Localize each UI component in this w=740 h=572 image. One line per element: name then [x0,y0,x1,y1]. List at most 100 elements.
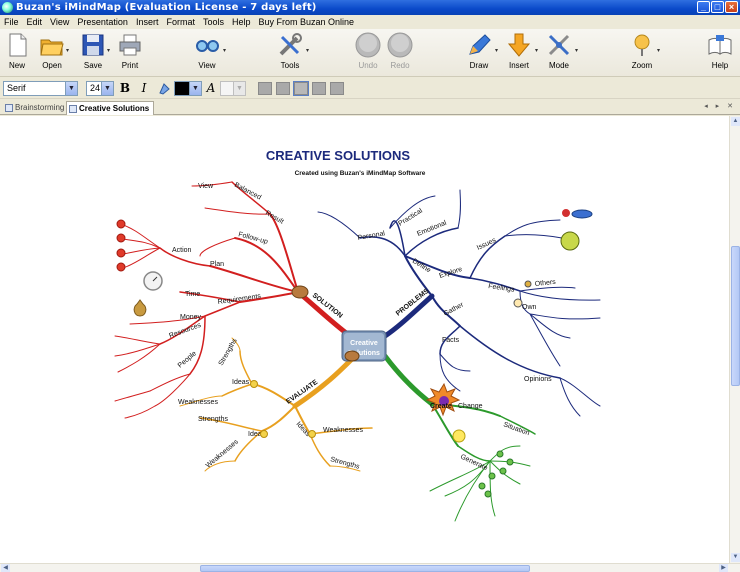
tab-navigation[interactable]: ◂ ▸ ✕ [704,102,736,110]
menu-help[interactable]: Help [232,17,251,27]
view-button[interactable]: View [187,32,227,70]
evaluate-label-strengths-1: Strengths [218,337,239,367]
chevron-down-icon: ▼ [233,82,245,95]
tools-button[interactable]: Tools [270,32,310,70]
format-option-button[interactable] [330,82,344,95]
problems-label-explore: Explore [438,266,463,280]
font-family-select[interactable]: Serif ▼ [3,81,78,96]
open-label: Open [42,61,62,70]
print-button[interactable]: Print [110,32,150,70]
mindmap-canvas[interactable]: CREATIVE SOLUTIONS Created using Buzan's… [0,116,729,563]
mindmap-subtitle: Created using Buzan's iMindMap Software [295,170,426,177]
maximize-button[interactable]: □ [711,1,724,13]
menu-insert[interactable]: Insert [136,17,159,27]
problems-label-others: Others [534,279,556,288]
tab-brainstorming[interactable]: Brainstorming [3,101,68,115]
font-size-select[interactable]: 24 ▼ [86,81,114,96]
italic-button[interactable]: I [138,81,150,96]
menu-format[interactable]: Format [166,17,195,27]
save-label: Save [83,61,103,70]
title-bar[interactable]: Buzan's iMindMap (Evaluation License - 7… [0,0,740,15]
generate-bullet-icons [478,450,514,498]
horizontal-scroll-thumb[interactable] [200,565,530,572]
insert-dropdown-icon[interactable]: ▾ [535,47,538,54]
problems-label-feelings: Feelings [488,283,516,294]
mindmap-svg[interactable]: CREATIVE SOLUTIONS Created using Buzan's… [0,116,729,563]
menu-presentation[interactable]: Presentation [77,17,128,27]
align-right-button[interactable] [293,81,309,96]
scroll-left-icon[interactable]: ◀ [1,564,10,572]
problems-label-practical: Practical [397,207,424,227]
mindmap-title: CREATIVE SOLUTIONS [266,148,411,163]
evaluate-label-ideas-1: Ideas [232,379,250,386]
app-logo-icon [2,2,13,13]
scroll-up-icon[interactable]: ▲ [731,117,740,126]
menu-file[interactable]: File [4,17,19,27]
draw-button[interactable]: Draw [459,32,499,70]
menu-view[interactable]: View [50,17,69,27]
justify-button[interactable] [312,82,326,95]
redo-label: Redo [390,61,410,70]
tools-wrench-icon [277,32,303,58]
text-highlight-button[interactable] [158,81,172,96]
tools-dropdown-icon[interactable]: ▾ [306,47,309,54]
mode-dropdown-icon[interactable]: ▾ [575,47,578,54]
font-family-value: Serif [7,83,26,93]
redo-button[interactable]: Redo [380,32,420,70]
solution-label-view: View [198,183,214,190]
tab-creative-solutions[interactable]: Creative Solutions [66,101,155,115]
menu-buy-online[interactable]: Buy From Buzan Online [259,17,355,27]
bold-button[interactable]: B [119,81,131,96]
branch-label-create: Create [430,403,452,410]
view-dropdown-icon[interactable]: ▾ [223,47,226,54]
vertical-scroll-thumb[interactable] [731,246,740,386]
evaluate-label-weaknesses-1: Weaknesses [178,399,218,406]
solution-label-action: Action [172,247,192,254]
text-style-button[interactable]: A [205,81,217,96]
menu-tools[interactable]: Tools [203,17,224,27]
scroll-down-icon[interactable]: ▼ [731,553,740,562]
window-title: Buzan's iMindMap (Evaluation License - 7… [16,2,317,13]
menu-edit[interactable]: Edit [27,17,43,27]
solution-label-balanced: Balanced [233,182,262,202]
undo-icon [355,32,381,58]
mode-button[interactable]: Mode [539,32,579,70]
align-left-button[interactable] [258,82,272,95]
solution-label-money: Money [180,314,202,321]
problems-label-facts: Facts [442,337,460,344]
printer-icon [117,32,143,58]
open-dropdown-icon[interactable]: ▾ [66,47,69,54]
new-label: New [8,61,25,70]
insert-arrow-icon [506,32,532,58]
text-color-picker[interactable]: ▼ [174,81,202,96]
evaluate-label-weaknesses-2: Weaknesses [205,438,240,469]
new-document-icon [4,32,30,58]
undo-label: Undo [358,61,378,70]
zoom-pin-icon [629,32,655,58]
hands-icon [291,285,309,299]
horizontal-scrollbar[interactable]: ◀ ▶ [0,563,740,572]
save-disk-icon [80,32,106,58]
line-style-select[interactable]: ▼ [220,81,246,96]
vertical-scrollbar[interactable]: ▲ ▼ [729,116,740,563]
mode-tools-icon [546,32,572,58]
draw-pen-icon [466,32,492,58]
document-icon [5,104,13,112]
help-button[interactable]: Help [700,32,740,70]
format-bar: Serif ▼ 24 ▼ B I ▼ A ▼ [0,78,740,99]
zoom-button[interactable]: Zoom [622,32,662,70]
align-center-button[interactable] [276,82,290,95]
close-button[interactable]: × [725,1,738,13]
evaluate-label-strengths-2: Strengths [198,416,228,423]
draw-dropdown-icon[interactable]: ▾ [495,47,498,54]
insert-button[interactable]: Insert [499,32,539,70]
solution-label-time: Time [185,291,200,298]
zoom-dropdown-icon[interactable]: ▾ [657,47,660,54]
scroll-right-icon[interactable]: ▶ [719,564,728,572]
problems-label-gather: Gather [443,301,466,318]
problems-label-opinions: Opinions [524,376,552,383]
solution-label-requirements: Requirements [217,293,262,306]
draw-label: Draw [469,61,489,70]
minimize-button[interactable]: _ [697,1,710,13]
app-window: Buzan's iMindMap (Evaluation License - 7… [0,0,740,572]
